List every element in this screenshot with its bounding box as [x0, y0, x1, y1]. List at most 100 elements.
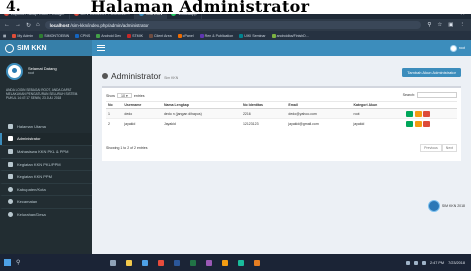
bookmark-favicon-icon [75, 33, 80, 38]
bookmark-item[interactable]: SIMONTOEBIN [39, 33, 69, 38]
bookmark-item[interactable]: My Admin [12, 33, 33, 38]
store-icon[interactable] [142, 259, 149, 266]
bookmark-item[interactable]: Android Dev [96, 33, 121, 38]
app-icon[interactable] [238, 259, 245, 266]
sidebar-item-kecamatan[interactable]: Kecamatan [0, 195, 92, 208]
bookmark-favicon-icon [39, 33, 44, 38]
edit-button[interactable] [414, 120, 422, 127]
pager-next-button[interactable]: Next [441, 144, 457, 152]
windows-start-icon[interactable] [4, 259, 11, 266]
task-view-icon[interactable] [110, 259, 117, 266]
battery-icon[interactable] [421, 260, 426, 265]
file-explorer-icon[interactable] [126, 259, 133, 266]
entries-select[interactable]: 10 ▾ [117, 93, 132, 98]
chrome-icon[interactable] [158, 259, 165, 266]
logo-icon [5, 43, 14, 53]
word-icon[interactable] [174, 259, 181, 266]
bookmark-label: UIKI Seminar [244, 33, 266, 38]
sidebar-item-kelurahan[interactable]: Kelurahan/Desa [0, 207, 92, 221]
page-title: Administrator [111, 71, 162, 81]
cell-fullname: Jayakid [161, 118, 241, 129]
top-navbar: root [92, 40, 471, 56]
extension-icon[interactable]: ▣ [448, 22, 453, 28]
logo-icon [427, 200, 440, 212]
url-field[interactable]: localhost/sim-kkn/index.php/admin/admini… [44, 21, 422, 29]
cell-actions [404, 118, 457, 129]
sidebar-item-halaman-utama[interactable]: Halaman Utama [0, 120, 92, 133]
cell-no: 2 [106, 118, 123, 129]
bookmarks-bar: ▦ My Admin SIMONTOEBIN CPNS Android Dev … [0, 31, 471, 40]
users-icon [102, 73, 108, 79]
bookmark-item[interactable]: CPNS [75, 33, 90, 38]
cell-identity: 2216 [240, 108, 287, 119]
column-header[interactable]: Username [122, 101, 162, 109]
bookmark-item[interactable]: Ren & Publication [199, 33, 234, 38]
sidebar-item-mahasiswa[interactable]: Mahasiswa KKN PKL & PPM [0, 145, 92, 158]
bookmark-label: Ren & Publication [204, 33, 234, 38]
delete-button[interactable] [423, 110, 431, 117]
bookmark-favicon-icon [149, 33, 154, 38]
home-icon[interactable]: ⌂ [36, 22, 40, 28]
pager-previous-button[interactable]: Previous [420, 144, 442, 152]
column-header[interactable]: No Identitas [240, 101, 287, 109]
cell-category: root [351, 108, 405, 119]
clock-date[interactable]: 7/23/2018 [448, 261, 465, 265]
app-icon[interactable] [206, 259, 213, 266]
heading-number: 4. [6, 0, 21, 15]
map-pin-icon [8, 186, 13, 192]
sidebar-item-administrator[interactable]: Administrator [0, 132, 92, 145]
clock-time[interactable]: 2:47 PM [430, 261, 444, 265]
bookmark-item[interactable]: androidba/FinishD... [271, 33, 309, 38]
forward-icon[interactable]: → [15, 22, 21, 28]
view-button[interactable] [406, 110, 414, 117]
bookmark-favicon-icon [199, 33, 204, 38]
column-header[interactable]: No [106, 101, 123, 109]
search-input[interactable] [417, 92, 457, 98]
sidebar-item-kabupaten[interactable]: Kabupaten/Kota [0, 182, 92, 196]
user-panel: Selamat Datang root [0, 56, 92, 86]
excel-icon[interactable] [190, 259, 197, 266]
sidebar-item-kegiatan-ppm[interactable]: Kegiatan KKN PPM [0, 170, 92, 183]
column-header[interactable]: Email [286, 101, 352, 109]
avatar [6, 62, 23, 80]
app-icon[interactable] [254, 259, 261, 266]
zoom-icon[interactable]: ⚲ [427, 22, 431, 28]
back-icon[interactable]: ← [4, 22, 10, 28]
sidebar-item-label: Kegiatan KKN PKL/PPM [17, 161, 61, 167]
browser-tools: ⚲ ☆ ▣ ⋮ [421, 22, 471, 28]
bookmark-favicon-icon [271, 33, 276, 38]
reload-icon[interactable]: ↻ [26, 22, 31, 29]
bookmark-item[interactable]: Client Area [149, 33, 172, 38]
user-menu[interactable]: root [449, 44, 465, 52]
app-logo[interactable]: SIM KKN [0, 40, 92, 56]
sidebar-toggle-icon[interactable] [97, 45, 105, 51]
user-shield-icon [8, 136, 13, 142]
cell-actions [404, 108, 457, 119]
volume-icon[interactable] [413, 260, 418, 265]
app-name: SIM KKN [17, 44, 47, 52]
login-notice: ANDA LOGIN SEBAGAI ROOT, ANDA DAPAT MELA… [6, 88, 79, 100]
sidebar-item-kegiatan-pkl[interactable]: Kegiatan KKN PKL/PPM [0, 157, 92, 171]
delete-button[interactable] [423, 120, 431, 127]
student-icon [8, 149, 13, 155]
entries-value: 10 [121, 93, 125, 98]
bookmark-item[interactable]: cPanel [177, 33, 194, 38]
bookmark-item[interactable]: UIKI Seminar [239, 33, 266, 38]
cell-email: jayakid@gmail.com [286, 118, 352, 129]
add-administrator-button[interactable]: Tambah Akun Administrator [402, 68, 461, 77]
network-icon[interactable] [405, 260, 410, 265]
bookmark-favicon-icon [127, 33, 132, 38]
search-label: Search: [402, 93, 415, 97]
row-actions [406, 120, 455, 127]
edit-button[interactable] [414, 110, 422, 117]
view-button[interactable] [406, 120, 414, 127]
apps-icon[interactable]: ▦ [3, 34, 6, 38]
user-info: Selamat Datang root [28, 66, 57, 76]
bookmark-item[interactable]: STMIK [127, 33, 143, 38]
column-header[interactable]: Kategori Akun [351, 101, 405, 109]
menu-dots-icon[interactable]: ⋮ [460, 22, 466, 28]
search-icon[interactable]: ⚲ [16, 259, 20, 266]
app-icon[interactable] [222, 259, 229, 266]
column-header[interactable]: Nama Lengkap [161, 101, 241, 109]
bookmark-star-icon[interactable]: ☆ [437, 22, 442, 28]
